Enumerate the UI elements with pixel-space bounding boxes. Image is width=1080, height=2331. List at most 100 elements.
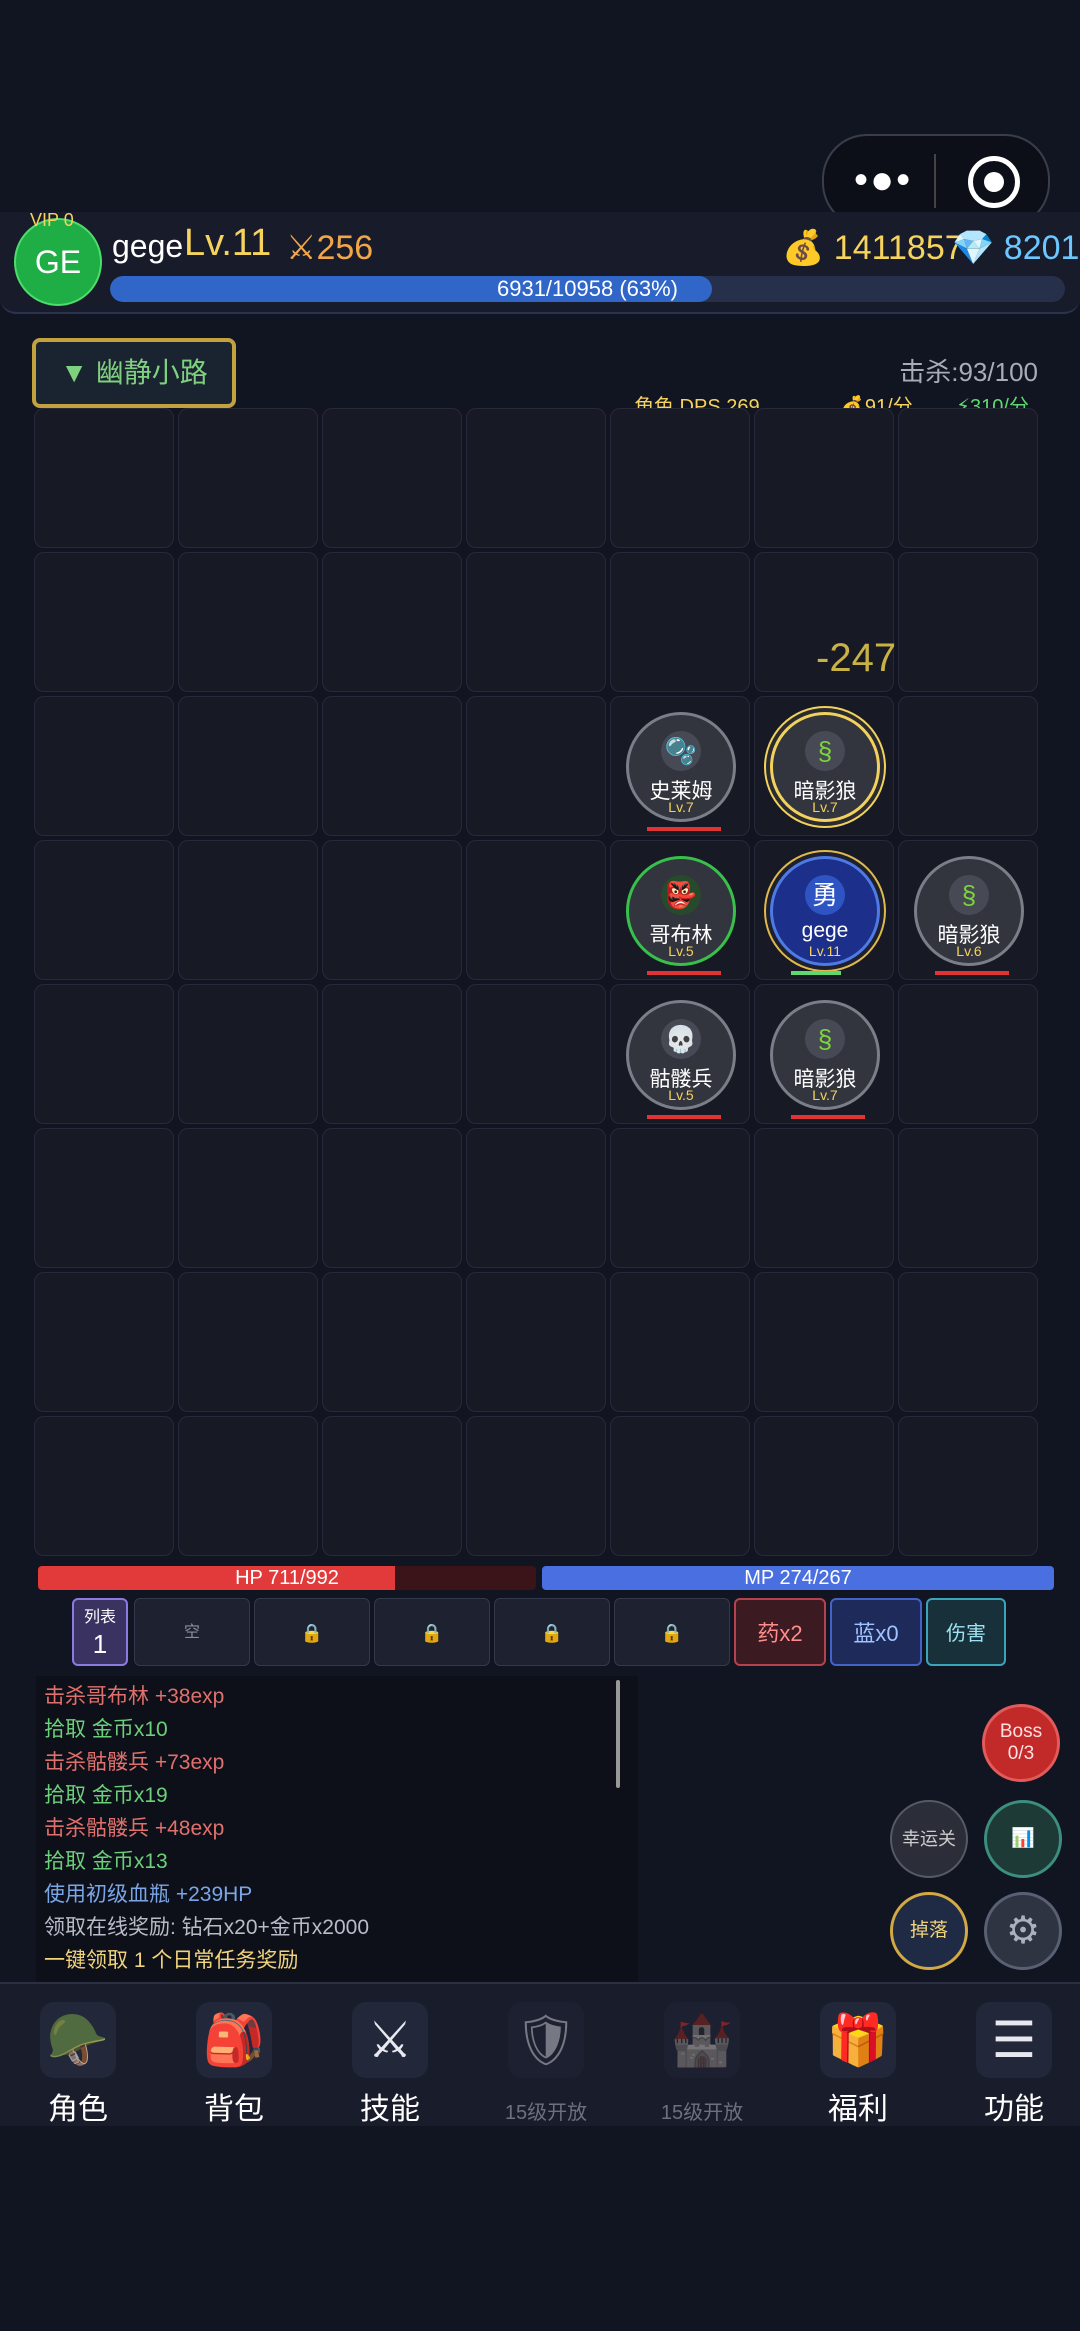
enemy-shadow-wolf[interactable]: § 暗影狼 Lv.6 — [914, 856, 1024, 975]
nav-item[interactable]: ⚔ 技能 — [312, 1984, 468, 2126]
nav-item[interactable]: 🛡 15级开放 — [468, 1984, 624, 2126]
menu-list-icon: ☰ — [976, 2002, 1052, 2078]
grid-cell[interactable] — [322, 408, 462, 548]
grid-cell[interactable] — [898, 1416, 1038, 1556]
area-select-button[interactable]: ▼ 幽静小路 — [32, 338, 236, 408]
lock-icon: 🔒 — [300, 1623, 324, 1643]
grid-cell[interactable] — [898, 1272, 1038, 1412]
grid-cell[interactable] — [34, 1416, 174, 1556]
log-line: 拾取 金币x19 — [44, 1784, 168, 1807]
skill-slot-locked[interactable]: 🔒 — [614, 1598, 730, 1666]
grid-cell[interactable] — [178, 984, 318, 1124]
crossed-swords-icon: ⚔ — [352, 2002, 428, 2078]
enemy-slime[interactable]: 🫧 史莱姆 Lv.7 — [626, 712, 736, 831]
nav-item[interactable]: ☰ 功能 — [936, 1984, 1080, 2126]
grid-cell[interactable] — [178, 408, 318, 548]
lock-icon: 🔒 — [540, 1623, 564, 1643]
skill-slot-locked[interactable]: 🔒 — [494, 1598, 610, 1666]
grid-cell[interactable] — [178, 696, 318, 836]
grid-cell[interactable] — [466, 1272, 606, 1412]
grid-cell[interactable] — [466, 984, 606, 1124]
shadow-wolf-icon: § — [805, 1019, 845, 1059]
grid-cell[interactable] — [898, 984, 1038, 1124]
grid-cell[interactable] — [754, 1272, 894, 1412]
grid-cell[interactable] — [34, 1128, 174, 1268]
grid-cell[interactable] — [178, 552, 318, 692]
grid-cell[interactable] — [322, 1272, 462, 1412]
nav-item[interactable]: 🎁 福利 — [780, 1984, 936, 2126]
grid-cell[interactable] — [610, 1272, 750, 1412]
grid-cell[interactable] — [34, 840, 174, 980]
stats-chart-button[interactable]: 📊 — [984, 1800, 1062, 1878]
enemy-skeleton[interactable]: 💀 骷髅兵 Lv.5 — [626, 1000, 736, 1119]
skill-slot-locked[interactable]: 🔒 — [254, 1598, 370, 1666]
log-line: 击杀骷髅兵 +73exp — [44, 1751, 225, 1774]
nav-item[interactable]: 🏰 15级开放 — [624, 1984, 780, 2126]
grid-cell[interactable] — [898, 408, 1038, 548]
grid-cell[interactable] — [322, 1416, 462, 1556]
drop-button[interactable]: 掉落 — [890, 1892, 968, 1970]
grid-cell[interactable] — [610, 1128, 750, 1268]
castle-icon: 🏰 — [664, 2002, 740, 2078]
grid-cell[interactable] — [898, 696, 1038, 836]
grid-cell[interactable] — [898, 1128, 1038, 1268]
lock-icon: 🔒 — [420, 1623, 444, 1643]
grid-cell[interactable] — [466, 552, 606, 692]
bottom-nav: 🪖 角色 🎒 背包 ⚔ 技能 🛡 15级开放 🏰 15级开放 🎁 福利 ☰ 功能 — [0, 1982, 1080, 2126]
grid-cell[interactable] — [178, 1128, 318, 1268]
skill-slot-locked[interactable]: 🔒 — [374, 1598, 490, 1666]
grid-cell[interactable] — [34, 408, 174, 548]
grid-cell[interactable] — [466, 408, 606, 548]
grid-cell[interactable] — [466, 1128, 606, 1268]
grid-cell[interactable] — [754, 1128, 894, 1268]
grid-cell[interactable] — [322, 696, 462, 836]
grid-cell[interactable] — [898, 552, 1038, 692]
enemy-shadow-wolf[interactable]: § 暗影狼 Lv.7 — [770, 1000, 880, 1119]
grid-cell[interactable] — [754, 408, 894, 548]
capsule-divider — [934, 154, 936, 208]
nav-item[interactable]: 🎒 背包 — [156, 1984, 312, 2126]
grid-cell[interactable] — [34, 1272, 174, 1412]
grid-cell[interactable] — [34, 552, 174, 692]
nav-item-label: 15级开放 — [660, 2102, 744, 2124]
grid-cell[interactable] — [754, 1416, 894, 1556]
avatar[interactable]: GE — [14, 218, 102, 306]
more-dots-icon[interactable]: •●• — [854, 160, 912, 200]
grid-cell[interactable] — [322, 840, 462, 980]
grid-cell[interactable] — [178, 1416, 318, 1556]
grid-cell[interactable] — [178, 840, 318, 980]
grid-cell[interactable] — [610, 1416, 750, 1556]
mp-bar: MP 274/267 — [542, 1566, 1054, 1590]
damage-stats-button[interactable]: 伤害 — [926, 1598, 1006, 1666]
grid-cell[interactable] — [322, 552, 462, 692]
gold-counter: 💰 1411857 — [782, 228, 964, 268]
grid-cell[interactable] — [610, 408, 750, 548]
grid-cell[interactable] — [466, 840, 606, 980]
player-unit[interactable]: 勇 gege Lv.11 — [770, 856, 880, 975]
enemy-shadow-wolf-targeted[interactable]: § 暗影狼 Lv.7 — [770, 712, 880, 822]
nav-item-label: 角色 — [48, 2093, 108, 2126]
grid-cell[interactable] — [610, 552, 750, 692]
mp-potion-button[interactable]: 蓝x0 — [830, 1598, 922, 1666]
battle-log[interactable]: 击杀哥布林 +38exp 拾取 金币x10 击杀骷髅兵 +73exp 拾取 金币x19… — [36, 1676, 638, 1982]
grid-cell[interactable] — [466, 696, 606, 836]
grid-cell[interactable] — [322, 984, 462, 1124]
grid-cell[interactable] — [466, 1416, 606, 1556]
log-scrollbar[interactable] — [616, 1680, 620, 1788]
enemy-goblin[interactable]: 👺 哥布林 Lv.5 — [626, 856, 736, 975]
hp-potion-button[interactable]: 药x2 — [734, 1598, 826, 1666]
skill-slot-empty[interactable]: 空 — [134, 1598, 250, 1666]
settings-button[interactable]: ⚙ — [984, 1892, 1062, 1970]
grid-cell[interactable] — [322, 1128, 462, 1268]
unit-hp-bar — [647, 827, 721, 831]
skill-list-button[interactable]: 列表 1 — [72, 1598, 128, 1666]
combat-power: ⚔256 — [286, 228, 373, 268]
grid-cell[interactable] — [34, 984, 174, 1124]
lucky-stage-button[interactable]: 幸运关 — [890, 1800, 968, 1878]
grid-cell[interactable] — [34, 696, 174, 836]
target-circle-icon[interactable] — [968, 156, 1020, 208]
nav-item[interactable]: 🪖 角色 — [0, 1984, 156, 2126]
gift-icon: 🎁 — [820, 2002, 896, 2078]
boss-button[interactable]: Boss 0/3 — [982, 1704, 1060, 1782]
grid-cell[interactable] — [178, 1272, 318, 1412]
